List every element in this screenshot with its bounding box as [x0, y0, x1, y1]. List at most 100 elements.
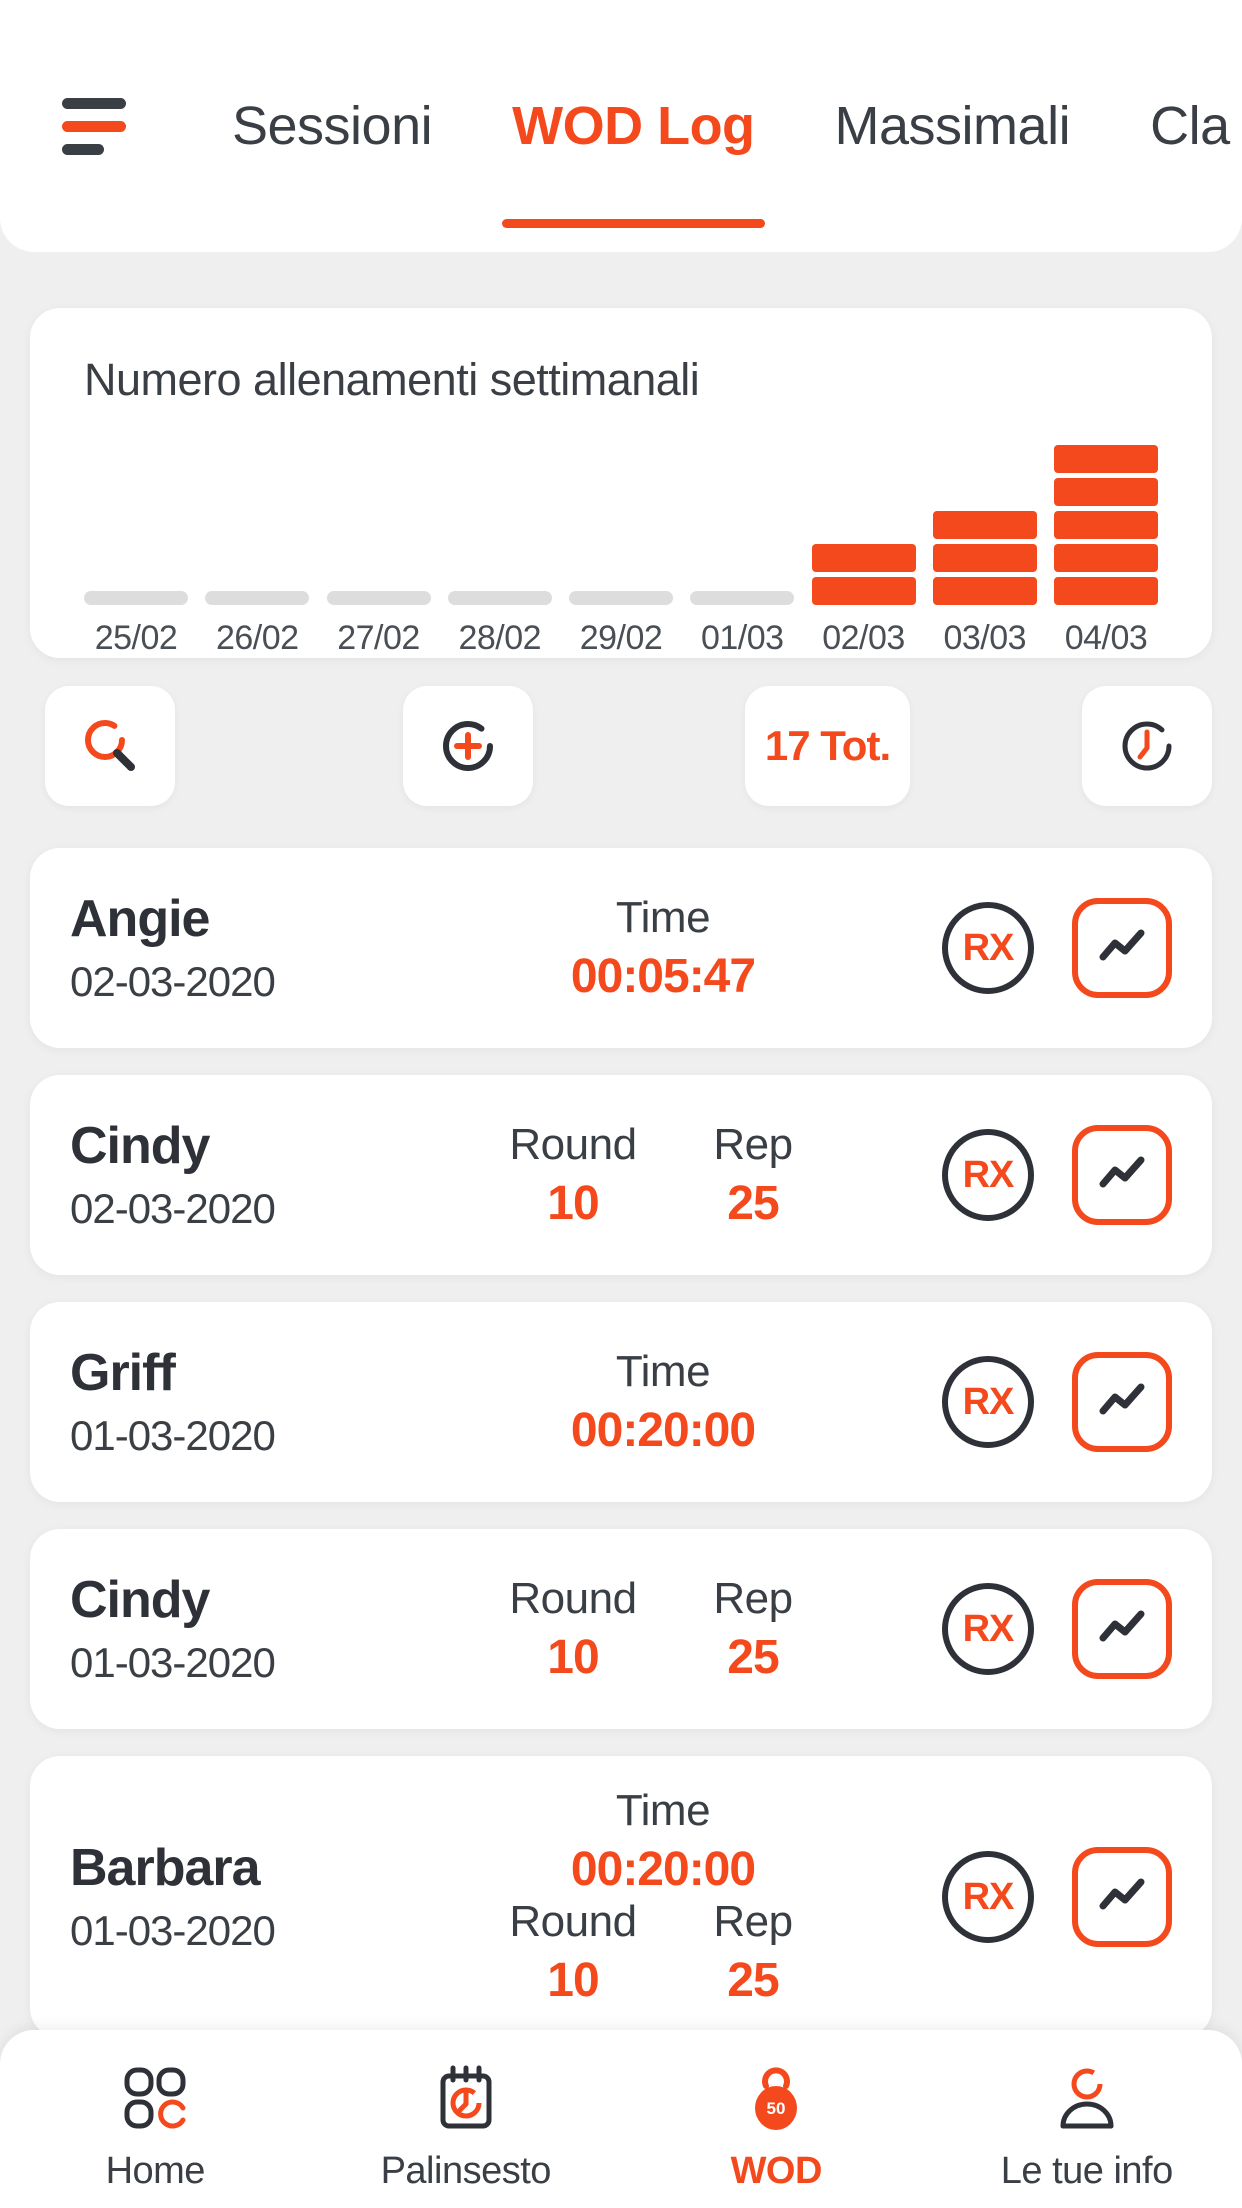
wod-row[interactable]: Griff 01-03-2020 Time 00:20:00 RX — [30, 1302, 1212, 1502]
wod-name: Cindy — [70, 1571, 210, 1630]
wod-row-metrics: Time 00:20:00 — [400, 1347, 926, 1458]
nav-item-palinsesto[interactable]: Palinsesto — [311, 2056, 622, 2193]
bar-tick-label: 02/03 — [822, 619, 905, 657]
nav-item-wod[interactable]: 50 WOD — [621, 2056, 932, 2193]
bar-segment-empty — [326, 591, 431, 605]
app-header: Sessioni WOD Log Massimali Cla — [0, 0, 1242, 252]
wod-row-identity: Griff 01-03-2020 — [70, 1344, 400, 1460]
bar-segment — [932, 544, 1037, 572]
nav-label: Palinsesto — [380, 2150, 552, 2192]
weekly-workouts-chart-card: Numero allenamenti settimanali 25/02 26/0… — [30, 308, 1212, 658]
wod-row[interactable]: Angie 02-03-2020 Time 00:05:47 RX — [30, 848, 1212, 1048]
wod-row-actions: RX — [942, 1125, 1172, 1225]
metric-group: Time 00:20:00 — [400, 1786, 926, 1897]
rx-badge[interactable]: RX — [942, 1129, 1034, 1221]
bar-column: 29/02 — [569, 591, 673, 658]
metric: Time 00:20:00 — [570, 1347, 756, 1458]
line-chart-icon — [1099, 1383, 1145, 1415]
wod-name: Barbara — [70, 1839, 261, 1898]
wod-progress-button[interactable] — [1072, 1352, 1172, 1452]
tab-wod-log[interactable]: WOD Log — [472, 0, 794, 252]
wod-progress-button[interactable] — [1072, 1125, 1172, 1225]
app-screen: Sessioni WOD Log Massimali Cla Numero al… — [0, 0, 1242, 2208]
bar-segment — [811, 544, 916, 572]
wod-name: Cindy — [70, 1117, 210, 1176]
wod-row-identity: Cindy 02-03-2020 — [70, 1117, 400, 1233]
history-button[interactable] — [1082, 686, 1212, 806]
tab-classifica[interactable]: Cla — [1110, 0, 1242, 252]
wod-row-identity: Angie 02-03-2020 — [70, 890, 400, 1006]
wod-row-actions: RX — [942, 1847, 1172, 1947]
wod-row[interactable]: Cindy 02-03-2020 Round 10 Rep 25 RX — [30, 1075, 1212, 1275]
bar-tick-label: 28/02 — [458, 619, 542, 657]
line-chart-icon — [1099, 1156, 1145, 1188]
total-count-badge[interactable]: 17 Tot. — [745, 686, 910, 806]
metric: Round 10 — [483, 1897, 663, 2008]
wod-badge-count: 50 — [767, 2099, 786, 2118]
bar-tick-label: 01/03 — [700, 619, 784, 657]
metric-group: Round 10 Rep 25 — [400, 1574, 926, 1685]
add-circle-icon — [443, 721, 493, 771]
bar-chart: 25/02 26/02 27/02 28/02 29/02 01/03 02/03 03/03… — [84, 428, 1158, 658]
metric-value: 25 — [727, 1630, 779, 1684]
search-button[interactable] — [45, 686, 175, 806]
wod-row-metrics: Time 00:05:47 — [400, 893, 926, 1004]
nav-item-home[interactable]: Home — [0, 2056, 311, 2193]
bar-stack — [326, 591, 431, 605]
wod-log-list: Angie 02-03-2020 Time 00:05:47 RX Cindy 02-03-… — [30, 848, 1212, 2065]
tab-label: Sessioni — [232, 96, 433, 156]
metric-value: 10 — [547, 1630, 599, 1684]
metric-label: Round — [509, 1897, 637, 1946]
bar-tick-label: 29/02 — [579, 619, 663, 657]
metric-group: Time 00:20:00 — [400, 1347, 926, 1458]
bar-segment — [1054, 478, 1158, 506]
hamburger-icon[interactable] — [62, 97, 126, 155]
wod-date: 02-03-2020 — [70, 1184, 276, 1232]
metric-group: Round 10 Rep 25 — [400, 1897, 926, 2008]
metric-label: Rep — [713, 1897, 793, 1946]
bar-segment — [811, 577, 916, 605]
wod-row[interactable]: Cindy 01-03-2020 Round 10 Rep 25 RX — [30, 1529, 1212, 1729]
tab-label: WOD Log — [512, 96, 755, 156]
rx-badge[interactable]: RX — [942, 1583, 1034, 1675]
bar-column: 03/03 — [932, 511, 1037, 658]
bar-segment-empty — [690, 591, 795, 605]
wod-row[interactable]: Barbara 01-03-2020 Time 00:20:00 Round 10 Rep 2… — [30, 1756, 1212, 2038]
wod-row-metrics: Round 10 Rep 25 — [400, 1120, 926, 1231]
metric-value: 25 — [727, 1954, 779, 2007]
bar-column: 26/02 — [205, 591, 310, 658]
tab-sessioni[interactable]: Sessioni — [192, 0, 472, 252]
wod-progress-button[interactable] — [1072, 1579, 1172, 1679]
metric-group: Round 10 Rep 25 — [400, 1120, 926, 1231]
bar-stack — [932, 511, 1037, 605]
rx-badge[interactable]: RX — [942, 902, 1034, 994]
bar-column: 01/03 — [690, 591, 795, 658]
metric-group: Time 00:05:47 — [400, 893, 926, 1004]
tab-massimali[interactable]: Massimali — [795, 0, 1111, 252]
tab-bar: Sessioni WOD Log Massimali Cla — [192, 0, 1242, 252]
metric-value: 00:20:00 — [570, 1403, 756, 1457]
add-wod-button[interactable] — [403, 686, 533, 806]
bar-tick-label: 26/02 — [215, 619, 299, 657]
wod-date: 01-03-2020 — [70, 1638, 276, 1686]
wod-row-actions: RX — [942, 1579, 1172, 1679]
metric-label: Time — [615, 892, 711, 942]
bar-stack — [447, 591, 552, 605]
bar-stack — [811, 544, 916, 605]
metric: Round 10 — [483, 1574, 663, 1685]
bar-tick-label: 03/03 — [943, 619, 1027, 657]
metric: Rep 25 — [663, 1120, 843, 1231]
bar-stack — [205, 591, 310, 605]
tab-label: Cla — [1150, 96, 1230, 156]
rx-badge[interactable]: RX — [942, 1356, 1034, 1448]
wod-progress-button[interactable] — [1072, 1847, 1172, 1947]
wod-row-actions: RX — [942, 1352, 1172, 1452]
metric-value: 00:05:47 — [570, 949, 756, 1003]
wod-progress-button[interactable] — [1072, 898, 1172, 998]
bottom-navigation: Home Palinsesto 50 WOD Le tue info — [0, 2030, 1242, 2208]
wod-name: Angie — [70, 890, 210, 949]
nav-item-le-tue-info[interactable]: Le tue info — [932, 2056, 1242, 2193]
bar-stack — [569, 591, 673, 605]
rx-badge[interactable]: RX — [942, 1851, 1034, 1943]
calendar-clock-icon — [428, 2056, 504, 2140]
